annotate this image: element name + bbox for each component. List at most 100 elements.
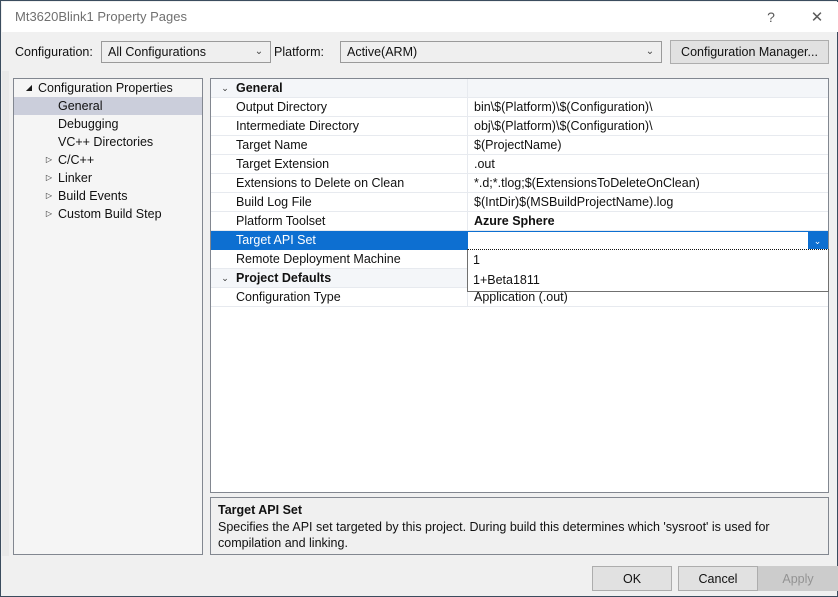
chevron-down-icon: ⌄ [645,46,655,57]
platform-dropdown-value: Active(ARM) [347,45,418,59]
grid-row-name-cell[interactable]: Target API Set [211,231,468,250]
ok-button[interactable]: OK [592,566,672,591]
grid-property-label: Target API Set [236,233,316,247]
grid-property-label: General [236,81,283,95]
grid-row-name-cell[interactable]: Remote Deployment Machine [211,250,468,269]
chevron-down-icon: ⌄ [254,46,264,57]
value-dropdown-toggle-icon[interactable]: ⌄ [808,232,827,249]
tree-item-custom-build-step[interactable]: ▷ Custom Build Step [14,205,202,223]
chevron-down-icon[interactable]: ⌄ [218,79,232,97]
tree-item-debugging[interactable]: Debugging [14,115,202,133]
grid-property-label: Intermediate Directory [236,119,359,133]
grid-row-name-cell[interactable]: Build Log File [211,193,468,212]
grid-row-value-cell[interactable]: $(IntDir)$(MSBuildProjectName).log [468,193,828,212]
grid-row-name-cell[interactable]: ⌄ Project Defaults [211,269,468,288]
platform-label: Platform: [274,45,325,59]
target-api-set-dropdown-list[interactable]: 1 1+Beta1811 [467,249,829,292]
grid-property-label: Output Directory [236,100,328,114]
grid-property-value: Application (.out) [474,290,568,304]
description-panel: Target API Set Specifies the API set tar… [210,497,829,555]
grid-row-value-cell[interactable]: $(ProjectName) [468,136,828,155]
dialog-footer: OK Cancel Apply [2,561,838,597]
apply-button: Apply [758,566,838,591]
tree-item-label: Custom Build Step [58,207,162,221]
grid-property-label: Extensions to Delete on Clean [236,176,405,190]
grid-property-label: Project Defaults [236,271,332,285]
grid-row-platform-toolset[interactable]: Platform Toolset Azure Sphere [211,212,828,231]
grid-property-label: Build Log File [236,195,312,209]
grid-row-name-cell[interactable]: Configuration Type [211,288,468,307]
grid-property-value: bin\$(Platform)\$(Configuration)\ [474,100,653,114]
tree-item-label: General [58,99,103,113]
grid-row-value-cell[interactable] [468,79,828,98]
grid-row-target-name[interactable]: Target Name $(ProjectName) [211,136,828,155]
grid-property-label: Remote Deployment Machine [236,252,401,266]
grid-row-name-cell[interactable]: Extensions to Delete on Clean [211,174,468,193]
description-title: Target API Set [218,503,303,517]
tree-expand-icon[interactable]: ▷ [42,169,56,187]
tree-item-vc-directories[interactable]: VC++ Directories [14,133,202,151]
grid-row-target-extension[interactable]: Target Extension .out [211,155,828,174]
tree-collapse-icon[interactable]: ◢ [22,79,36,97]
grid-property-label: Platform Toolset [236,214,326,228]
configuration-label: Configuration: [15,45,93,59]
configuration-manager-button[interactable]: Configuration Manager... [670,40,829,64]
grid-row-output-directory[interactable]: Output Directory bin\$(Platform)\$(Config… [211,98,828,117]
tree-item-label: Debugging [58,117,119,131]
configuration-properties-tree[interactable]: ◢ Configuration Properties General Debuggin… [13,78,203,555]
platform-dropdown[interactable]: Active(ARM) ⌄ [340,41,662,63]
description-body: Specifies the API set targeted by this p… [218,520,770,550]
grid-row-name-cell[interactable]: Intermediate Directory [211,117,468,136]
close-icon[interactable]: ✕ [794,3,838,32]
grid-category-general[interactable]: ⌄ General [211,79,828,98]
tree-item-general[interactable]: General [14,97,202,115]
grid-property-value: obj\$(Platform)\$(Configuration)\ [474,119,653,133]
tree-item-linker[interactable]: ▷ Linker [14,169,202,187]
tree-item-label: C/C++ [58,153,95,167]
grid-row-name-cell[interactable]: Target Name [211,136,468,155]
grid-row-value-cell[interactable]: .out [468,155,828,174]
dropdown-option[interactable]: 1+Beta1811 [468,270,828,290]
property-pages-dialog: Mt3620Blink1 Property Pages ? ✕ Configur… [0,0,838,597]
grid-property-value: $(IntDir)$(MSBuildProjectName).log [474,195,674,209]
grid-row-intermediate-directory[interactable]: Intermediate Directory obj\$(Platform)\$(… [211,117,828,136]
chevron-down-icon[interactable]: ⌄ [218,269,232,287]
grid-property-label: Configuration Type [236,290,341,304]
tree-item-c-c[interactable]: ▷ C/C++ [14,151,202,169]
grid-row-value-cell[interactable]: bin\$(Platform)\$(Configuration)\ [468,98,828,117]
grid-property-label: Target Extension [236,157,330,171]
grid-property-value: .out [474,157,495,171]
grid-property-value: Azure Sphere [474,214,555,228]
grid-property-value: *.d;*.tlog;$(ExtensionsToDeleteOnClean) [474,176,700,190]
grid-row-value-cell[interactable]: ⌄ [468,231,828,250]
tree-item-build-events[interactable]: ▷ Build Events [14,187,202,205]
title-bar: Mt3620Blink1 Property Pages ? ✕ [2,2,838,32]
tree-item-configuration-properties[interactable]: ◢ Configuration Properties [14,79,202,97]
configuration-bar: Configuration: All Configurations ⌄ Plat… [2,32,838,71]
grid-row-value-cell[interactable]: obj\$(Platform)\$(Configuration)\ [468,117,828,136]
configuration-dropdown[interactable]: All Configurations ⌄ [101,41,271,63]
grid-row-build-log-file[interactable]: Build Log File $(IntDir)$(MSBuildProjectN… [211,193,828,212]
grid-row-name-cell[interactable]: Platform Toolset [211,212,468,231]
dropdown-option[interactable]: 1 [468,250,828,270]
grid-row-name-cell[interactable]: Output Directory [211,98,468,117]
tree-expand-icon[interactable]: ▷ [42,205,56,223]
tree-expand-icon[interactable]: ▷ [42,187,56,205]
left-edge-strip [2,71,9,556]
grid-row-target-api-set[interactable]: Target API Set ⌄ [211,231,828,250]
tree-item-label: Build Events [58,189,128,203]
grid-row-value-cell[interactable]: Azure Sphere [468,212,828,231]
help-icon[interactable]: ? [748,3,794,32]
cancel-button[interactable]: Cancel [678,566,758,591]
tree-expand-icon[interactable]: ▷ [42,151,56,169]
tree-item-label: VC++ Directories [58,135,154,149]
grid-row-extensions-to-delete-on-clean[interactable]: Extensions to Delete on Clean *.d;*.tlog;… [211,174,828,193]
grid-row-value-cell[interactable]: *.d;*.tlog;$(ExtensionsToDeleteOnClean) [468,174,828,193]
window-title: Mt3620Blink1 Property Pages [15,9,187,24]
grid-property-label: Target Name [236,138,308,152]
configuration-dropdown-value: All Configurations [108,45,206,59]
tree-item-label: Linker [58,171,93,185]
grid-row-name-cell[interactable]: ⌄ General [211,79,468,98]
grid-property-value: $(ProjectName) [474,138,562,152]
grid-row-name-cell[interactable]: Target Extension [211,155,468,174]
